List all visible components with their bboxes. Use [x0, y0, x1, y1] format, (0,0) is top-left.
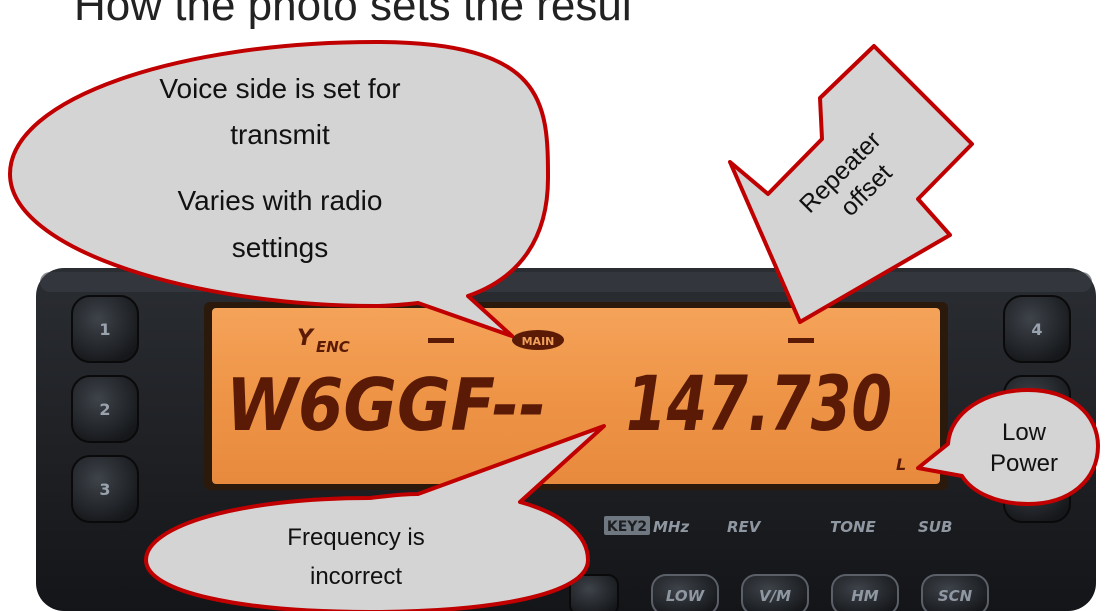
- frequency-callout-line-2: incorrect: [310, 563, 402, 590]
- frequency-callout-line-1: Frequency is: [287, 524, 424, 551]
- left-key-2[interactable]: 2: [71, 375, 139, 443]
- right-key-4-label: 4: [1031, 320, 1042, 339]
- enc-label: ENC: [316, 338, 350, 356]
- bottom-key-hm-label: HM: [851, 587, 879, 605]
- low-power-line-1: Low: [1002, 419, 1047, 446]
- mhz-label: MHz: [653, 518, 689, 536]
- bottom-key-scn[interactable]: SCN: [921, 574, 989, 611]
- frequency-readout: 147.730: [626, 359, 892, 448]
- annotated-radio-photo: How the photo sets the resul 1 2 3 4 5: [8, 0, 1100, 611]
- sub-label: SUB: [918, 518, 952, 536]
- bottom-key-hm[interactable]: HM: [831, 574, 899, 611]
- antenna-indicator-icon: Y: [297, 326, 315, 351]
- key2-label: KEY2: [607, 519, 647, 535]
- left-key-3-label: 3: [99, 480, 110, 499]
- callsign-readout: W6GGF--: [226, 363, 546, 447]
- header-text: How the photo sets the resul: [74, 0, 632, 30]
- bottom-key-vm-label: V/M: [759, 587, 791, 605]
- left-key-1[interactable]: 1: [71, 295, 139, 363]
- right-key-4[interactable]: 4: [1003, 295, 1071, 363]
- bottom-key-vm[interactable]: V/M: [741, 574, 809, 611]
- voice-callout-line-1: Voice side is set for: [159, 73, 400, 104]
- lcd-display: Y ENC MAIN W6GGF-- 147.730 L: [204, 302, 948, 490]
- left-key-3[interactable]: 3: [71, 455, 139, 523]
- left-key-1-label: 1: [99, 320, 110, 339]
- main-badge-label: MAIN: [522, 335, 555, 348]
- power-indicator: L: [896, 455, 906, 474]
- voice-callout-line-4: settings: [232, 232, 329, 263]
- tone-label: TONE: [830, 518, 877, 536]
- voice-callout-line-2: transmit: [230, 119, 330, 150]
- bottom-key-low[interactable]: LOW: [651, 574, 719, 611]
- bottom-key-scn-label: SCN: [938, 587, 973, 605]
- voice-callout-line-3: Varies with radio: [178, 185, 383, 216]
- left-key-2-label: 2: [99, 400, 110, 419]
- bottom-key-low-label: LOW: [666, 587, 706, 605]
- low-power-line-2: Power: [990, 450, 1058, 477]
- rev-label: REV: [727, 518, 762, 536]
- main-badge: MAIN: [512, 330, 564, 350]
